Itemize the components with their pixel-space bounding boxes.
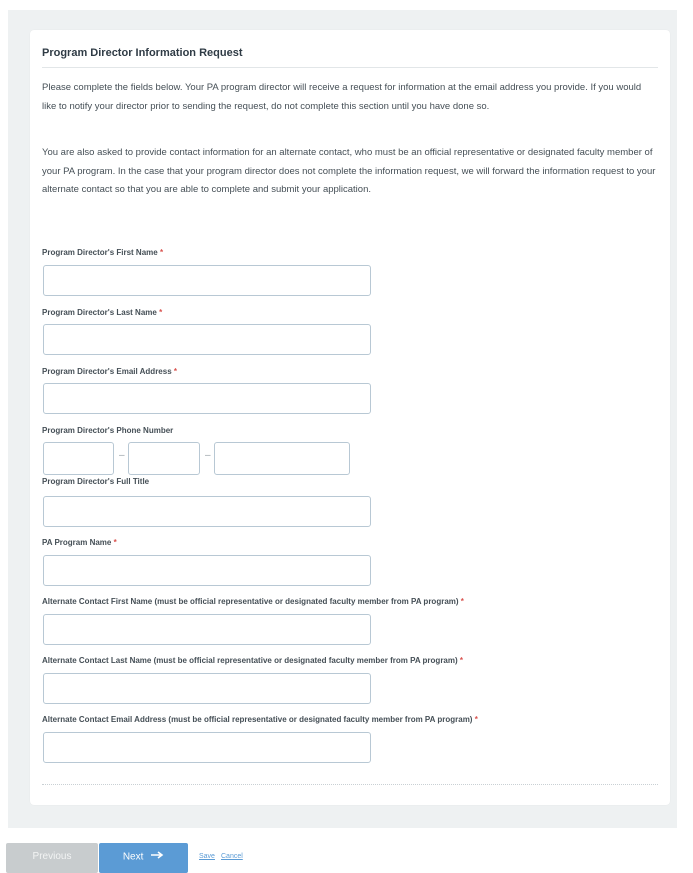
alternate-email-label: Alternate Contact Email Address (must be… [42,715,478,724]
alternate-first-name-label: Alternate Contact First Name (must be of… [42,597,464,606]
required-marker: * [474,715,478,724]
director-email-input[interactable] [43,383,371,414]
phone-prefix-input[interactable] [128,442,200,475]
required-marker: * [113,538,117,547]
director-last-name-input[interactable] [43,324,371,355]
next-button[interactable]: Next [99,843,188,873]
required-marker: * [173,367,178,376]
director-title-input[interactable] [43,496,371,527]
previous-label: Previous [32,851,72,862]
full-title-label: Program Director's Full Title [42,477,150,486]
save-link[interactable]: Save [199,853,215,860]
alternate-email-input[interactable] [43,732,371,763]
cancel-link[interactable]: Cancel [221,853,243,860]
previous-button[interactable]: Previous [6,843,98,873]
required-marker: * [459,656,464,665]
program-name-input[interactable] [43,555,371,586]
phone-line-number-input[interactable] [214,442,350,475]
title-divider [42,67,658,68]
form-card: Program Director Information Request Ple… [30,30,670,805]
alternate-contact-paragraph: You are also asked to provide contact in… [42,147,656,195]
first-name-label: Program Director's First Name * [42,248,164,257]
required-marker: * [159,308,163,317]
alternate-last-name-label: Alternate Contact Last Name (must be off… [42,656,464,665]
required-marker: * [159,248,164,257]
last-name-label: Program Director's Last Name * [42,308,163,317]
phone-label: Program Director's Phone Number [42,426,174,435]
form-end-divider [42,784,658,785]
phone-separator: – [119,450,125,461]
alternate-first-name-input[interactable] [43,614,371,645]
email-label: Program Director's Email Address * [42,367,178,376]
program-name-label: PA Program Name * [42,538,117,547]
intro-paragraph: Please complete the fields below. Your P… [42,82,642,112]
phone-separator: – [205,450,211,461]
alternate-last-name-input[interactable] [43,673,371,704]
phone-area-code-input[interactable] [43,442,114,475]
form-title: Program Director Information Request [42,47,243,59]
next-label: Next [122,851,144,863]
form-background: Program Director Information Request Ple… [8,10,677,828]
director-first-name-input[interactable] [43,265,371,296]
required-marker: * [460,597,464,606]
